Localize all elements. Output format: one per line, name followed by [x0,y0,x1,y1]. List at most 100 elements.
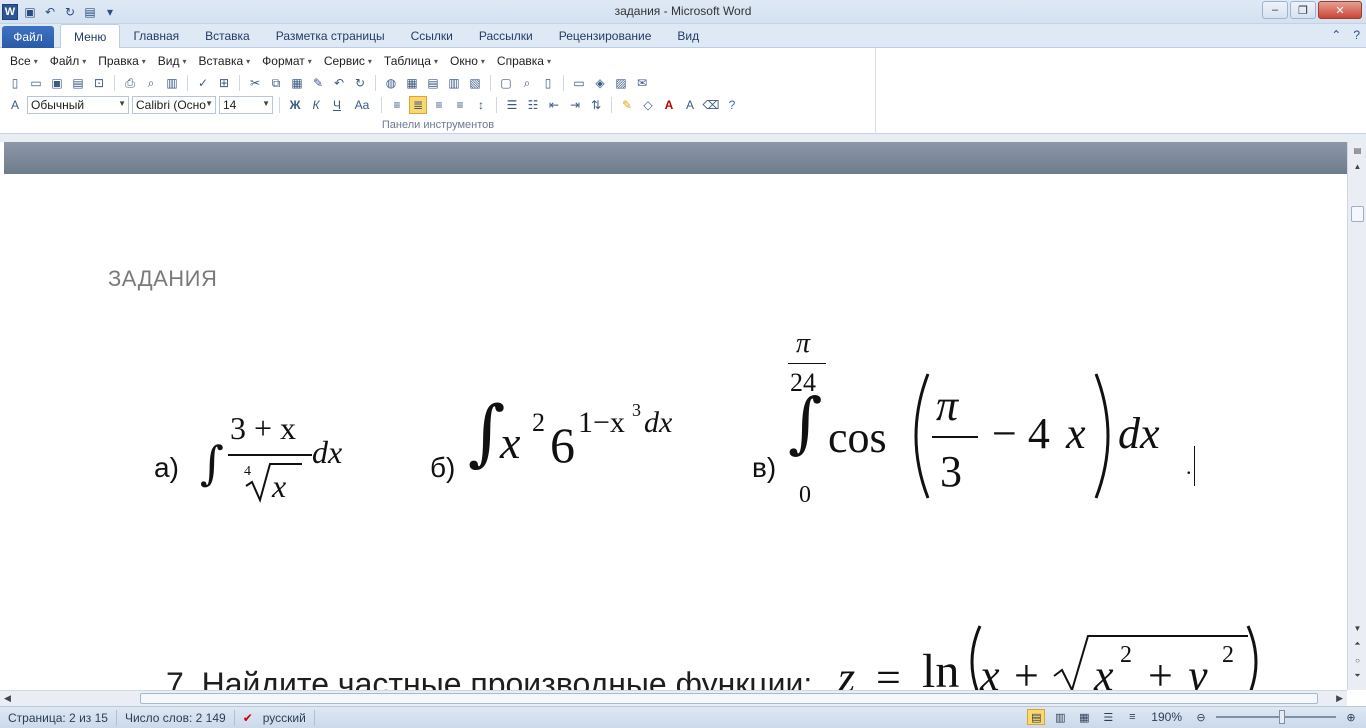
zoom-slider[interactable] [1216,710,1336,724]
tab-review[interactable]: Рецензирование [546,24,665,48]
text-effects-icon[interactable]: A [681,96,699,114]
next-page-icon[interactable]: ⏷ [1351,670,1364,682]
italic-button[interactable]: К [307,96,325,114]
print-preview-icon[interactable]: ⌕ [142,74,160,92]
menu-help[interactable]: Справка [491,52,557,70]
envelope-icon[interactable]: ✉ [633,74,651,92]
new-document-icon[interactable]: ▯ [6,74,24,92]
zoom-out-icon[interactable]: ⊖ [1192,709,1210,725]
tab-file[interactable]: Файл [2,26,54,48]
font-color-icon[interactable]: A [660,96,678,114]
clear-format-icon[interactable]: ⌫ [702,96,720,114]
justify-icon[interactable]: ≣ [409,96,427,114]
web-layout-icon[interactable]: ▦ [1075,709,1093,725]
scroll-left-icon[interactable]: ◀ [4,693,11,704]
format-painter-icon[interactable]: ✎ [309,74,327,92]
reading-mode-icon[interactable]: ▯ [539,74,557,92]
scroll-right-icon[interactable]: ▶ [1336,693,1343,704]
insert-table-icon[interactable]: ▤ [424,74,442,92]
print-layout-view-icon[interactable]: ▤ [1027,709,1046,725]
zoom-in-icon[interactable]: ⊕ [1342,709,1360,725]
align-left-icon[interactable]: ≡ [388,96,406,114]
horizontal-scrollbar[interactable]: ◀ ▶ [0,690,1347,706]
collapse-ribbon-icon[interactable]: ⌃ [1331,28,1341,42]
shading-icon[interactable]: ◇ [639,96,657,114]
tab-menu[interactable]: Меню [60,24,121,48]
tab-mailings[interactable]: Рассылки [466,24,546,48]
undo-icon[interactable]: ↶ [330,74,348,92]
folder-icon[interactable]: ▭ [570,74,588,92]
permission-icon[interactable]: ⊡ [90,74,108,92]
redo-icon[interactable]: ↻ [351,74,369,92]
menu-tools[interactable]: Сервис [318,52,378,70]
zoom-slider-thumb[interactable] [1279,710,1285,724]
spelling-icon[interactable]: ✓ [194,74,212,92]
status-proofing[interactable]: ✔ русский [235,709,315,726]
highlight-icon[interactable]: ✎ [618,96,636,114]
menu-all[interactable]: Все [4,52,44,70]
document-page[interactable]: ЗАДАНИЯ а) ∫ 3 + x 4 x dx б) ∫ x 2 6 1−x… [4,174,1347,690]
columns-icon[interactable]: ▥ [445,74,463,92]
style-select[interactable]: Обычный ▼ [27,96,129,114]
menu-file[interactable]: Файл [44,52,93,70]
sort-icon[interactable]: ⇅ [587,96,605,114]
menu-window[interactable]: Окно [444,52,491,70]
zoom-level[interactable]: 190% [1151,710,1182,724]
hyperlink-icon[interactable]: ◍ [382,74,400,92]
scroll-up-icon[interactable]: ▲ [1351,160,1364,172]
zoom-icon[interactable]: ⌕ [518,74,536,92]
print-icon[interactable]: ⎙ [121,74,139,92]
numbered-list-icon[interactable]: ☰ [503,96,521,114]
vertical-scrollbar[interactable]: ▤ ▲ ▼ ⏶ ○ ⏷ [1347,142,1366,690]
close-button[interactable]: ✕ [1318,1,1362,19]
styles-icon[interactable]: ▨ [612,74,630,92]
copy-icon[interactable]: ⧉ [267,74,285,92]
translate-icon[interactable]: ⊞ [215,74,233,92]
change-case-button[interactable]: Aa [349,96,375,114]
paste-icon[interactable]: ▦ [288,74,306,92]
previous-page-icon[interactable]: ⏶ [1351,638,1364,650]
vertical-scroll-thumb[interactable] [1351,206,1364,222]
font-size-select[interactable]: 14 ▼ [219,96,273,114]
outline-view-icon[interactable]: ☰ [1099,709,1117,725]
draft-view-icon[interactable]: ≡ [1123,709,1141,725]
minimize-button[interactable]: – [1262,1,1288,19]
bold-button[interactable]: Ж [286,96,304,114]
drawing-icon[interactable]: ▧ [466,74,484,92]
tab-page-layout[interactable]: Разметка страницы [263,24,398,48]
horizontal-scroll-thumb[interactable] [140,693,1318,704]
underline-button[interactable]: Ч [328,96,346,114]
browse-object-icon[interactable]: ○ [1351,654,1364,666]
save-icon[interactable]: ▣ [48,74,66,92]
styles-pane-icon[interactable]: A [6,96,24,114]
decrease-indent-icon[interactable]: ⇤ [545,96,563,114]
document-map-icon[interactable]: ▢ [497,74,515,92]
align-right-icon[interactable]: ≡ [451,96,469,114]
bullet-list-icon[interactable]: ☷ [524,96,542,114]
status-page[interactable]: Страница: 2 из 15 [0,709,117,726]
align-center-icon[interactable]: ≡ [430,96,448,114]
tab-references[interactable]: Ссылки [398,24,466,48]
cut-icon[interactable]: ✂ [246,74,264,92]
font-select[interactable]: Calibri (Осно ▼ [132,96,216,114]
shapes-icon[interactable]: ◈ [591,74,609,92]
help-icon[interactable]: ? [723,96,741,114]
status-word-count[interactable]: Число слов: 2 149 [117,709,235,726]
open-folder-icon[interactable]: ▭ [27,74,45,92]
increase-indent-icon[interactable]: ⇥ [566,96,584,114]
menu-edit[interactable]: Правка [92,52,152,70]
menu-table[interactable]: Таблица [378,52,444,70]
line-spacing-icon[interactable]: ↕ [472,96,490,114]
tab-insert[interactable]: Вставка [192,24,263,48]
menu-view[interactable]: Вид [152,52,193,70]
tab-home[interactable]: Главная [120,24,192,48]
word-icon[interactable]: ▤ [69,74,87,92]
menu-insert[interactable]: Вставка [193,52,257,70]
help-icon[interactable]: ? [1353,28,1360,42]
borders-icon[interactable]: ▦ [403,74,421,92]
menu-format[interactable]: Формат [256,52,318,70]
full-screen-reading-icon[interactable]: ▥ [1051,709,1069,725]
scroll-down-icon[interactable]: ▼ [1351,622,1364,634]
research-icon[interactable]: ▥ [163,74,181,92]
maximize-button[interactable]: ❐ [1290,1,1316,19]
